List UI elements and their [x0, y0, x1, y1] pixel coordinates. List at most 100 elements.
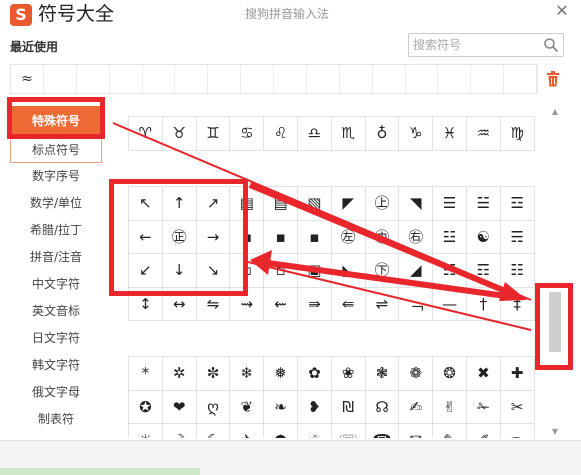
- recent-symbol-empty[interactable]: [143, 65, 176, 93]
- symbol-cell[interactable]: ▪: [264, 220, 298, 254]
- sidebar-item[interactable]: 中文字符: [10, 271, 102, 298]
- symbol-cell[interactable]: ✁: [466, 390, 501, 424]
- symbol-cell[interactable]: ◤: [331, 187, 366, 221]
- symbol-cell[interactable]: ♈: [129, 117, 163, 151]
- symbol-cell[interactable]: ❧: [264, 390, 298, 424]
- symbol-cell[interactable]: ⇜: [264, 287, 298, 321]
- symbol-cell[interactable]: ✖: [466, 357, 501, 391]
- search-box[interactable]: [408, 33, 564, 57]
- symbol-cell[interactable]: ㊥: [365, 220, 400, 254]
- symbol-cell[interactable]: ❀: [331, 357, 366, 391]
- symbol-cell[interactable]: ☰: [433, 187, 467, 221]
- symbol-cell[interactable]: ♋: [230, 117, 265, 151]
- symbol-cell[interactable]: ‡: [500, 287, 535, 321]
- symbol-cell[interactable]: ₪: [331, 390, 366, 424]
- symbol-cell[interactable]: ✐: [467, 424, 501, 438]
- symbol-cell[interactable]: ♉: [162, 117, 197, 151]
- sidebar-item[interactable]: 希腊/拉丁: [10, 217, 102, 244]
- symbol-cell[interactable]: ❂: [433, 357, 467, 391]
- symbol-cell[interactable]: ☂: [264, 424, 298, 438]
- sidebar-item[interactable]: 英文音标: [10, 298, 102, 325]
- symbol-cell[interactable]: ☱: [466, 187, 501, 221]
- symbol-cell[interactable]: ✉: [399, 424, 434, 438]
- symbol-cell[interactable]: ◢: [399, 254, 434, 288]
- symbol-cell[interactable]: ☎: [366, 424, 400, 438]
- recent-symbol-empty[interactable]: [504, 65, 537, 93]
- sidebar-item[interactable]: 拼音/注音: [10, 244, 102, 271]
- symbol-cell[interactable]: ☲: [500, 187, 535, 221]
- search-icon[interactable]: [543, 37, 559, 53]
- symbol-cell[interactable]: ☵: [433, 254, 467, 288]
- trash-icon[interactable]: [546, 71, 560, 87]
- symbol-cell[interactable]: ⇌: [365, 287, 400, 321]
- symbol-cell[interactable]: ☳: [433, 220, 467, 254]
- scroll-up-icon[interactable]: ▲: [548, 106, 562, 118]
- symbol-cell[interactable]: ✼: [196, 357, 231, 391]
- symbol-cell[interactable]: ❅: [264, 357, 298, 391]
- symbol-cell[interactable]: ✎: [433, 424, 467, 438]
- symbol-cell[interactable]: ㊦: [365, 254, 400, 288]
- symbol-cell[interactable]: ❄: [230, 357, 265, 391]
- symbol-cell[interactable]: ☶: [466, 254, 501, 288]
- close-button[interactable]: ✕: [551, 0, 573, 22]
- symbol-cell[interactable]: ✚: [500, 357, 535, 391]
- symbol-cell[interactable]: ☊: [365, 390, 400, 424]
- symbol-cell[interactable]: ❥: [297, 390, 332, 424]
- sidebar-item[interactable]: 制表符: [10, 406, 102, 433]
- symbol-cell[interactable]: ♁: [365, 117, 400, 151]
- symbol-cell[interactable]: ▧: [297, 187, 332, 221]
- symbol-cell[interactable]: ღ: [196, 390, 231, 424]
- symbol-cell[interactable]: ⇛: [297, 287, 332, 321]
- symbol-cell[interactable]: ✲: [162, 357, 197, 391]
- recent-symbol-empty[interactable]: [406, 65, 439, 93]
- symbol-cell[interactable]: ✌: [433, 390, 467, 424]
- symbol-cell[interactable]: ♍: [500, 117, 535, 151]
- symbol-cell[interactable]: ☷: [500, 254, 535, 288]
- recent-symbol-empty[interactable]: [110, 65, 143, 93]
- recent-symbol-empty[interactable]: [307, 65, 340, 93]
- symbol-cell[interactable]: ✂: [500, 390, 535, 424]
- symbol-cell[interactable]: ☏: [332, 424, 366, 438]
- symbol-cell[interactable]: ☼: [129, 424, 163, 438]
- symbol-cell[interactable]: ◥: [399, 187, 434, 221]
- symbol-cell[interactable]: ♑: [399, 117, 434, 151]
- recent-symbol-empty[interactable]: [44, 65, 77, 93]
- symbol-cell[interactable]: ☯: [466, 220, 501, 254]
- symbol-cell[interactable]: †: [466, 287, 501, 321]
- sidebar-item[interactable]: 俄文字母: [10, 379, 102, 406]
- symbol-cell[interactable]: ❤: [162, 390, 197, 424]
- symbol-cell[interactable]: ☴: [500, 220, 535, 254]
- recent-symbol-empty[interactable]: [438, 65, 472, 93]
- symbol-cell[interactable]: ◣: [331, 254, 366, 288]
- symbol-cell[interactable]: ▣: [297, 254, 332, 288]
- search-input[interactable]: [413, 36, 539, 54]
- symbol-cell[interactable]: ☃: [298, 424, 332, 438]
- symbol-cell[interactable]: *: [129, 357, 163, 391]
- symbol-cell[interactable]: ❃: [365, 357, 400, 391]
- recent-symbol-empty[interactable]: [208, 65, 242, 93]
- sidebar-item[interactable]: 数学/单位: [10, 190, 102, 217]
- symbol-cell[interactable]: ﹁: [399, 287, 434, 321]
- symbol-cell[interactable]: ✑: [501, 424, 535, 438]
- symbol-cell[interactable]: ㊤: [365, 187, 400, 221]
- recent-symbol-empty[interactable]: [373, 65, 406, 93]
- symbol-cell[interactable]: ❦: [230, 390, 265, 424]
- sidebar-item[interactable]: 标点符号: [10, 136, 102, 163]
- recent-symbol-empty[interactable]: [77, 65, 110, 93]
- symbol-cell[interactable]: ✈: [230, 424, 265, 438]
- symbol-cell[interactable]: ❁: [399, 357, 434, 391]
- symbol-cell[interactable]: ✍: [399, 390, 434, 424]
- sidebar-item[interactable]: 日文字符: [10, 325, 102, 352]
- symbol-cell[interactable]: ♎: [297, 117, 332, 151]
- recent-symbol[interactable]: ≈: [11, 65, 44, 93]
- symbol-cell[interactable]: ⇚: [331, 287, 366, 321]
- recent-symbol-empty[interactable]: [241, 65, 274, 93]
- symbol-cell[interactable]: ♓: [433, 117, 467, 151]
- symbol-cell[interactable]: ♒: [466, 117, 501, 151]
- symbol-cell[interactable]: ▫: [264, 254, 298, 288]
- symbol-cell[interactable]: ✿: [297, 357, 332, 391]
- scroll-down-icon[interactable]: ▼: [548, 426, 562, 438]
- symbol-cell[interactable]: ♌: [264, 117, 298, 151]
- sidebar-item[interactable]: 韩文字符: [10, 352, 102, 379]
- symbol-cell[interactable]: ☾: [197, 424, 231, 438]
